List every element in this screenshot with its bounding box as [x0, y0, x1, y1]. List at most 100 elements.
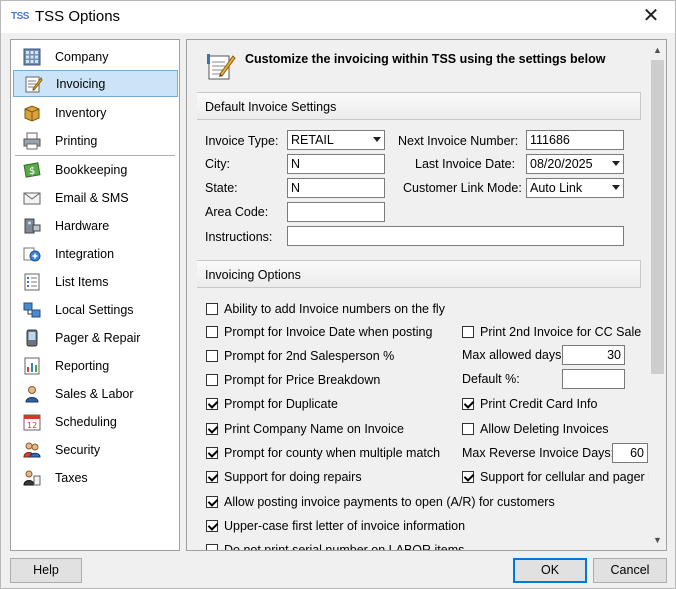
- security-icon: [21, 439, 43, 461]
- nav-label: Reporting: [55, 358, 110, 373]
- checkbox[interactable]: [462, 326, 474, 338]
- hardware-icon: [21, 215, 43, 237]
- customer-link-select[interactable]: Auto Link: [526, 178, 624, 198]
- cancel-button[interactable]: Cancel: [593, 558, 667, 583]
- city-input[interactable]: N: [287, 154, 385, 174]
- option-support-cellular-pager[interactable]: Support for cellular and pager l: [462, 470, 649, 484]
- area-code-label: Area Code:: [205, 205, 269, 219]
- svg-text:12: 12: [27, 421, 37, 430]
- help-button[interactable]: Help: [10, 558, 82, 583]
- nav-item-printing[interactable]: Printing: [13, 127, 178, 154]
- nav-item-hardware[interactable]: Hardware: [13, 212, 178, 239]
- nav-item-list-items[interactable]: List Items: [13, 268, 178, 295]
- window-title: TSS Options: [35, 8, 121, 25]
- title-bar: TSS TSS Options ✕: [1, 1, 675, 33]
- checkbox-checked[interactable]: [206, 471, 218, 483]
- scroll-up-icon[interactable]: ▲: [649, 42, 666, 59]
- option-label: Support for cellular and pager l: [480, 470, 649, 484]
- nav-item-invoicing[interactable]: Invoicing: [13, 70, 178, 97]
- checkbox[interactable]: [206, 544, 218, 550]
- max-reverse-days-label: Max Reverse Invoice Days:: [462, 446, 615, 460]
- city-value: N: [291, 157, 301, 171]
- max-allowed-days-label: Max allowed days:: [462, 348, 565, 362]
- nav-item-pager-repair[interactable]: Pager & Repair: [13, 324, 178, 351]
- nav-label: Printing: [55, 133, 98, 148]
- reporting-icon: [21, 355, 43, 377]
- nav-item-reporting[interactable]: Reporting: [13, 352, 178, 379]
- state-label: State:: [205, 181, 238, 195]
- nav-label: Pager & Repair: [55, 330, 141, 345]
- checkbox-checked[interactable]: [206, 520, 218, 532]
- checkbox-checked[interactable]: [206, 447, 218, 459]
- scroll-down-icon[interactable]: ▼: [649, 532, 666, 549]
- checkbox-checked[interactable]: [462, 471, 474, 483]
- nav-item-local-settings[interactable]: Local Settings: [13, 296, 178, 323]
- checkbox-checked[interactable]: [206, 398, 218, 410]
- invoice-type-select[interactable]: RETAIL: [287, 130, 385, 150]
- taxes-icon: [21, 467, 43, 489]
- checkbox-checked[interactable]: [206, 423, 218, 435]
- checkbox[interactable]: [206, 326, 218, 338]
- nav-item-bookkeeping[interactable]: $ Bookkeeping: [13, 156, 178, 183]
- checkbox[interactable]: [462, 423, 474, 435]
- option-label: Print 2nd Invoice for CC Sale: [480, 325, 642, 339]
- option-allow-posting-payments[interactable]: Allow posting invoice payments to open (…: [206, 495, 555, 509]
- checkbox-checked[interactable]: [462, 398, 474, 410]
- nav-item-integration[interactable]: Integration: [13, 240, 178, 267]
- section-title: Default Invoice Settings: [205, 100, 337, 114]
- instructions-input[interactable]: [287, 226, 624, 246]
- nav-item-email-sms[interactable]: Email & SMS: [13, 184, 178, 211]
- option-allow-deleting-invoices[interactable]: Allow Deleting Invoices: [462, 422, 609, 436]
- last-invoice-date-picker[interactable]: 08/20/2025: [526, 154, 624, 174]
- chevron-down-icon: [612, 185, 620, 190]
- ok-button[interactable]: OK: [513, 558, 587, 583]
- settings-panel: Customize the invoicing within TSS using…: [186, 39, 667, 551]
- area-code-input[interactable]: [287, 202, 385, 222]
- inventory-icon: [21, 102, 43, 124]
- integration-icon: [21, 243, 43, 265]
- option-prompt-county[interactable]: Prompt for county when multiple match: [206, 446, 440, 460]
- option-support-repairs[interactable]: Support for doing repairs: [206, 470, 362, 484]
- checkbox[interactable]: [206, 303, 218, 315]
- nav-item-security[interactable]: Security: [13, 436, 178, 463]
- pager-icon: [21, 327, 43, 349]
- option-prompt-duplicate[interactable]: Prompt for Duplicate: [206, 397, 338, 411]
- nav-item-inventory[interactable]: Inventory: [13, 99, 178, 126]
- section-title: Invoicing Options: [205, 268, 301, 282]
- option-print-company-name[interactable]: Print Company Name on Invoice: [206, 422, 404, 436]
- next-invoice-input[interactable]: 111686: [526, 130, 624, 150]
- option-print-2nd-invoice-cc[interactable]: Print 2nd Invoice for CC Sale: [462, 325, 641, 339]
- nav-item-sales-labor[interactable]: Sales & Labor: [13, 380, 178, 407]
- option-prompt-2nd-salesperson[interactable]: Prompt for 2nd Salesperson %: [206, 349, 394, 363]
- nav-label: Local Settings: [55, 302, 134, 317]
- checkbox[interactable]: [206, 350, 218, 362]
- nav-item-company[interactable]: Company: [13, 43, 178, 70]
- nav-item-taxes[interactable]: Taxes: [13, 464, 178, 491]
- max-allowed-days-input[interactable]: 30: [562, 345, 625, 365]
- option-prompt-price-breakdown[interactable]: Prompt for Price Breakdown: [206, 373, 380, 387]
- option-label: Prompt for Price Breakdown: [224, 373, 381, 387]
- option-label: Allow Deleting Invoices: [480, 422, 609, 436]
- last-invoice-date-value: 08/20/2025: [530, 157, 593, 171]
- vertical-scrollbar[interactable]: ▲ ▼: [649, 40, 666, 550]
- option-label: Prompt for Invoice Date when posting: [224, 325, 433, 339]
- option-add-invoice-numbers[interactable]: Ability to add Invoice numbers on the fl…: [206, 302, 445, 316]
- nav-item-scheduling[interactable]: 12 Scheduling: [13, 408, 178, 435]
- checkbox-checked[interactable]: [206, 496, 218, 508]
- option-no-serial-labor[interactable]: Do not print serial number on LABOR item…: [206, 543, 464, 550]
- option-upper-case-first-letter[interactable]: Upper-case first letter of invoice infor…: [206, 519, 465, 533]
- option-prompt-invoice-date[interactable]: Prompt for Invoice Date when posting: [206, 325, 432, 339]
- scroll-thumb[interactable]: [651, 60, 664, 374]
- nav-label: Inventory: [55, 105, 107, 120]
- last-invoice-date-label: Last Invoice Date:: [415, 157, 516, 171]
- invoicing-options-section: Invoicing Options: [197, 260, 641, 288]
- close-icon[interactable]: ✕: [639, 4, 663, 28]
- max-reverse-days-input[interactable]: 60: [612, 443, 648, 463]
- checkbox[interactable]: [206, 374, 218, 386]
- app-logo-icon: TSS: [11, 11, 29, 22]
- category-list: Company Invoicing Inventory Printing $ B: [10, 39, 180, 551]
- option-print-credit-card-info[interactable]: Print Credit Card Info: [462, 397, 597, 411]
- state-input[interactable]: N: [287, 178, 385, 198]
- nav-label: Scheduling: [55, 414, 117, 429]
- default-percent-input[interactable]: [562, 369, 625, 389]
